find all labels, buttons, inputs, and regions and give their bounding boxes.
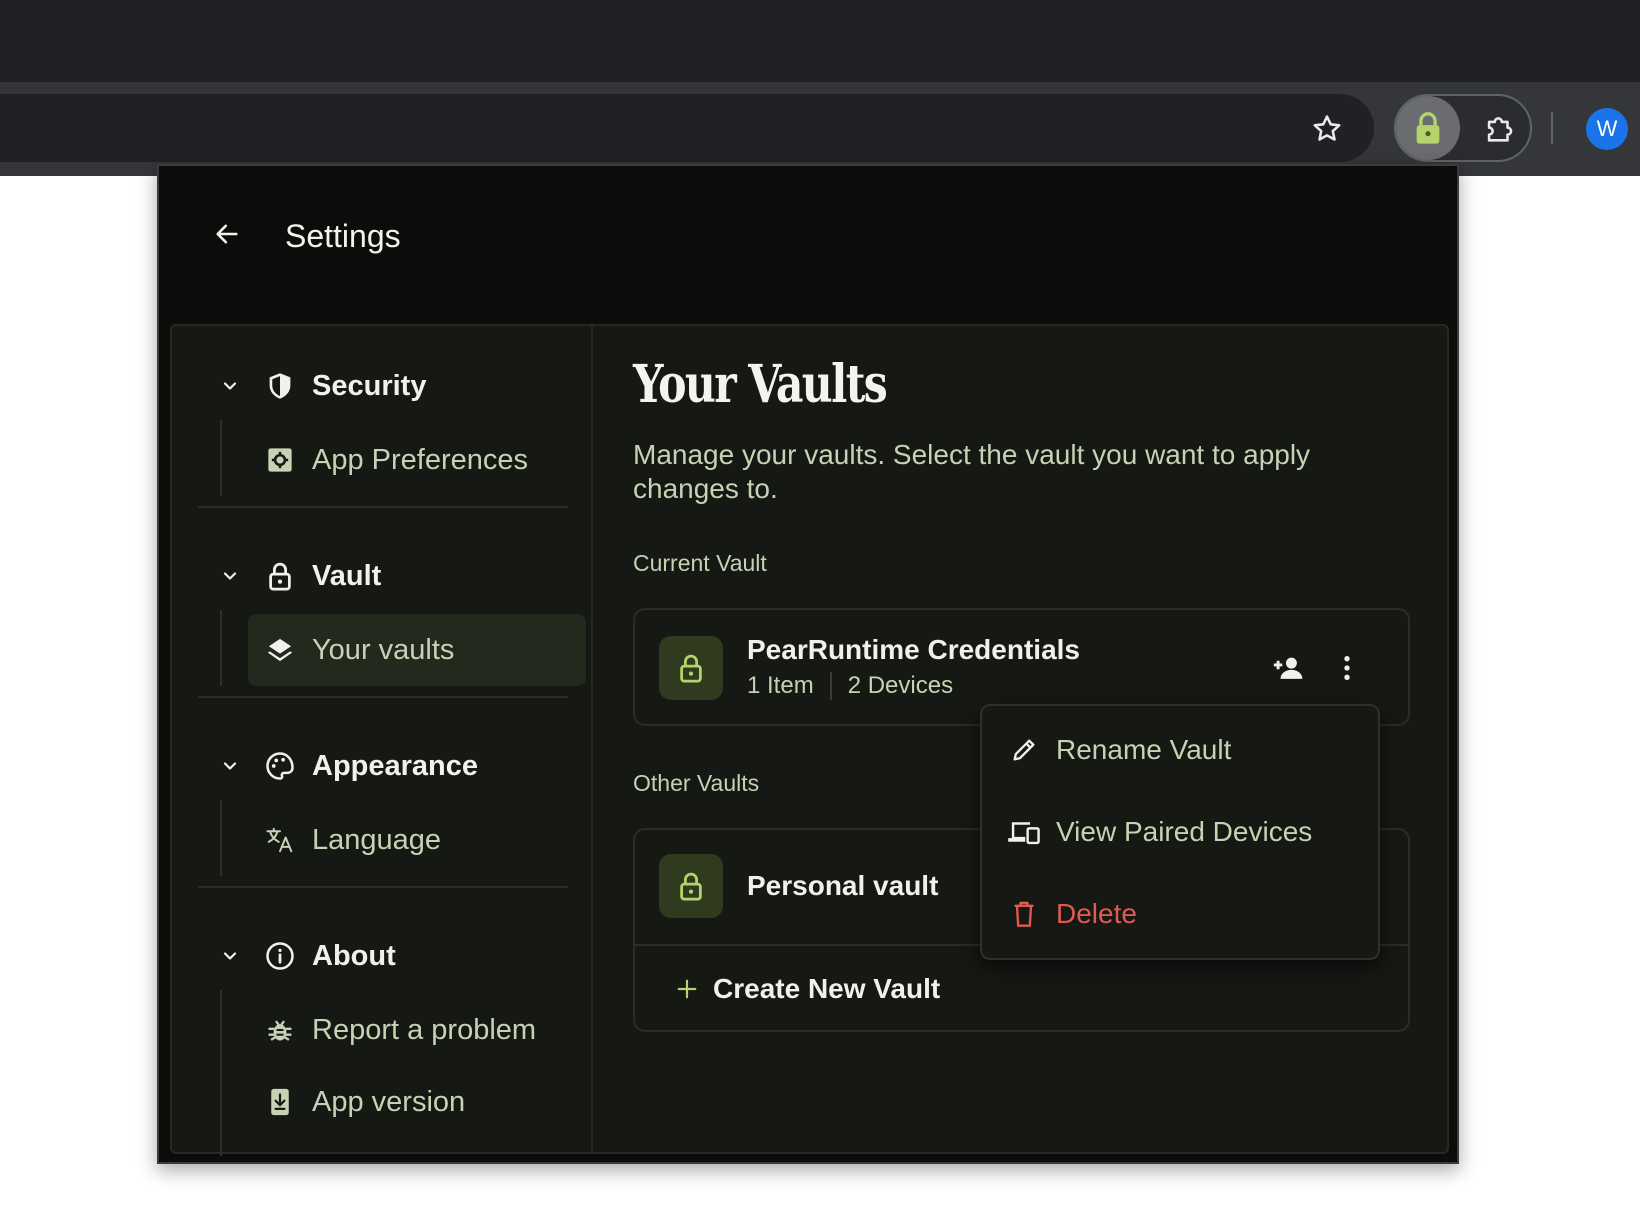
chevron-down-icon	[216, 942, 244, 970]
sidebar-item-app-version[interactable]: App version	[248, 1066, 586, 1138]
sidebar-item-label: Your vaults	[312, 633, 455, 666]
trash-icon	[1006, 896, 1042, 932]
main-description: Manage your vaults. Select the vault you…	[633, 439, 1311, 504]
menu-item-view-devices[interactable]: View Paired Devices	[1006, 808, 1312, 856]
sidebar-item-language[interactable]: Language	[248, 804, 586, 876]
sidebar-item-label: App version	[312, 1085, 466, 1118]
vault-lock-icon	[659, 636, 723, 700]
more-options-button[interactable]	[1327, 648, 1367, 688]
menu-item-label: View Paired Devices	[1056, 816, 1313, 847]
phone-download-icon	[264, 1086, 296, 1118]
vault-name-personal[interactable]: Personal vault	[747, 870, 938, 902]
layers-icon	[264, 634, 296, 666]
lock-icon	[264, 560, 296, 592]
sidebar-section-label: Appearance	[312, 749, 479, 782]
sidebar-item-app-preferences[interactable]: App Preferences	[248, 424, 586, 496]
page-title: Settings	[285, 218, 401, 254]
vault-lock-icon	[659, 854, 723, 918]
other-vaults-label: Other Vaults	[633, 770, 760, 796]
sidebar-section-about[interactable]: About	[216, 936, 396, 976]
sidebar-item-report-problem[interactable]: Report a problem	[248, 994, 586, 1066]
vault-device-count: 2 Devices	[847, 672, 954, 699]
tree-line	[220, 800, 222, 876]
palette-icon	[264, 750, 296, 782]
meta-separator	[829, 672, 832, 700]
pear-extension-lock-icon[interactable]	[1396, 96, 1460, 160]
settings-sidebar: Security App Preferences Vault Your vaul…	[172, 326, 593, 1156]
profile-avatar[interactable]: W	[1586, 108, 1628, 150]
sidebar-item-your-vaults[interactable]: Your vaults	[248, 614, 586, 686]
vault-context-menu: Rename Vault View Paired Devices Delete	[980, 704, 1380, 960]
extensions-puzzle-icon[interactable]	[1478, 108, 1520, 150]
main-title: Your Vaults	[633, 354, 888, 415]
sidebar-item-label: Report a problem	[312, 1013, 537, 1046]
translate-icon	[264, 824, 296, 856]
tree-line	[220, 990, 222, 1156]
plus-icon	[673, 975, 701, 1003]
info-icon	[264, 940, 296, 972]
menu-item-label: Rename Vault	[1056, 734, 1232, 765]
vault-meta: 1 Item 2 Devices	[747, 672, 953, 700]
address-bar[interactable]	[0, 94, 1374, 162]
vault-item-count: 1 Item	[747, 672, 814, 699]
sidebar-section-label: Security	[312, 369, 427, 402]
browser-tabstrip	[0, 0, 1640, 82]
devices-icon	[1006, 814, 1042, 850]
section-divider	[198, 886, 568, 888]
vault-name: PearRuntime Credentials	[747, 634, 1080, 665]
bookmark-star-icon[interactable]	[1306, 108, 1348, 150]
chevron-down-icon	[216, 562, 244, 590]
sidebar-section-appearance[interactable]: Appearance	[216, 746, 478, 786]
menu-item-delete[interactable]: Delete	[1006, 890, 1137, 938]
chevron-down-icon	[216, 372, 244, 400]
menu-item-label: Delete	[1056, 898, 1137, 929]
sidebar-section-label: Vault	[312, 559, 382, 592]
sidebar-section-label: About	[312, 939, 396, 972]
current-vault-label: Current Vault	[633, 550, 767, 576]
add-user-button[interactable]	[1269, 648, 1309, 688]
sidebar-item-label: Language	[312, 823, 442, 856]
sidebar-section-vault[interactable]: Vault	[216, 556, 381, 596]
pencil-icon	[1006, 732, 1042, 768]
tree-line	[220, 610, 222, 686]
tree-line	[220, 420, 222, 496]
back-arrow-icon[interactable]	[209, 216, 245, 252]
sidebar-section-security[interactable]: Security	[216, 366, 426, 406]
section-divider	[198, 506, 568, 508]
sidebar-item-label: App Preferences	[312, 443, 529, 476]
extension-popup: Settings Security App Preferences Vault	[157, 164, 1459, 1164]
chevron-down-icon	[216, 752, 244, 780]
toolbar-separator	[1551, 112, 1553, 144]
section-divider	[198, 696, 568, 698]
create-vault-label: Create New Vault	[713, 973, 941, 1004]
menu-item-rename[interactable]: Rename Vault	[1006, 726, 1231, 774]
preferences-icon	[264, 444, 296, 476]
shield-icon	[264, 370, 296, 402]
bug-icon	[264, 1014, 296, 1046]
